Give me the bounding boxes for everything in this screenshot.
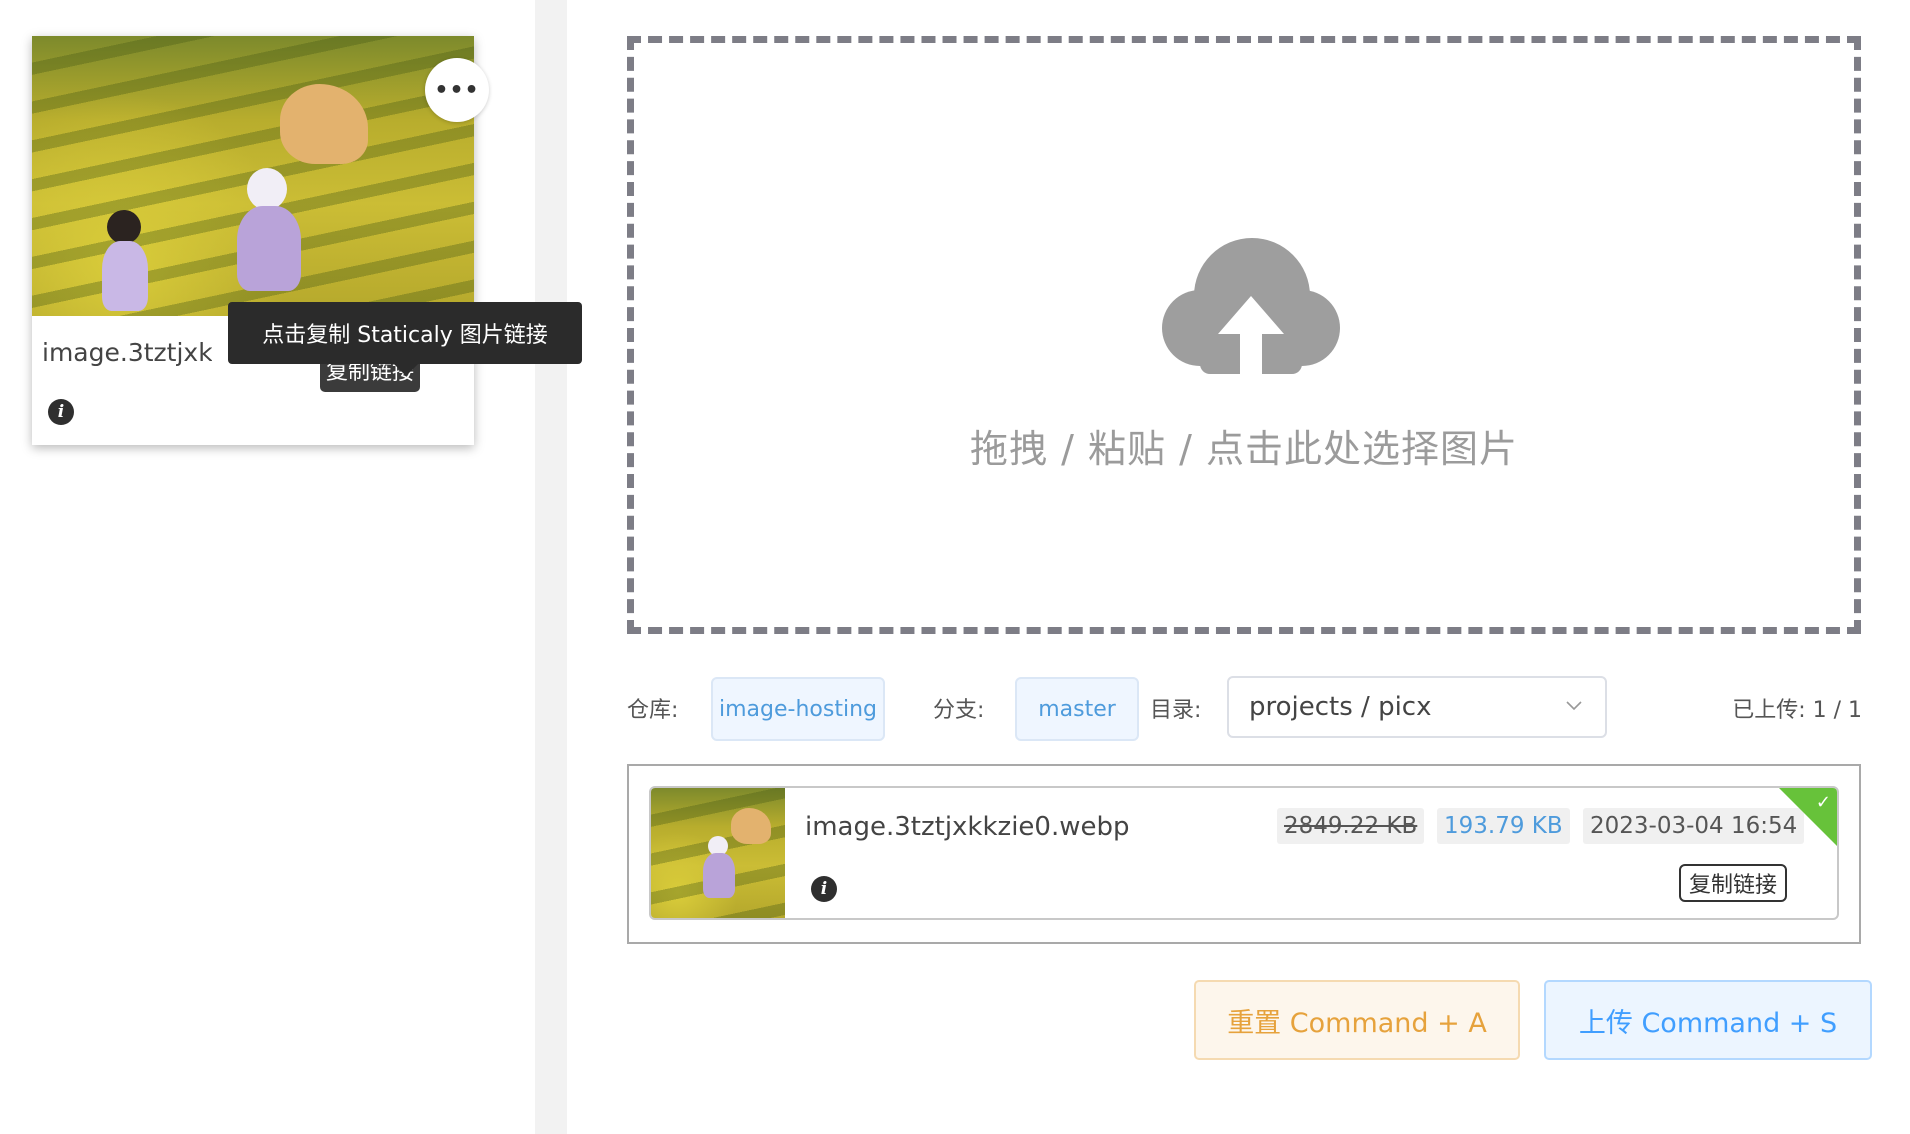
upload-button[interactable]: 上传 Command + S xyxy=(1544,980,1872,1060)
upload-list: image.3tztjxkkzie0.webp i 2849.22 KB 193… xyxy=(627,764,1861,944)
upload-dropzone[interactable]: 拖拽 / 粘贴 / 点击此处选择图片 xyxy=(627,36,1861,634)
person-figure xyxy=(237,206,301,291)
original-size: 2849.22 KB xyxy=(1277,808,1425,844)
person-figure xyxy=(107,210,141,244)
branch-tag[interactable]: master xyxy=(1015,677,1139,741)
reset-button[interactable]: 重置 Command + A xyxy=(1194,980,1520,1060)
person-figure xyxy=(247,168,287,210)
directory-select-value: projects / picx xyxy=(1249,692,1432,722)
directory-select[interactable]: projects / picx xyxy=(1227,676,1607,738)
thumbnail-image[interactable] xyxy=(32,36,474,316)
list-item[interactable]: image.3tztjxkkzie0.webp i 2849.22 KB 193… xyxy=(649,786,1839,920)
upload-datetime: 2023-03-04 16:54 xyxy=(1583,808,1805,844)
directory-label: 目录: xyxy=(1150,698,1202,723)
copy-link-tooltip: 点击复制 Staticaly 图片链接 xyxy=(228,302,582,376)
check-icon: ✓ xyxy=(1815,792,1831,813)
repo-tag[interactable]: image-hosting xyxy=(711,677,885,741)
cloud-upload-icon xyxy=(1162,238,1340,374)
repo-label: 仓库: xyxy=(627,698,679,723)
chevron-down-icon xyxy=(1566,701,1582,711)
info-icon[interactable]: i xyxy=(811,876,837,902)
branch-label: 分支: xyxy=(933,698,985,723)
thumbnail-file-name: image.3tztjxkkzie0.webp xyxy=(42,338,212,367)
kite-figure xyxy=(280,84,368,164)
ellipsis-icon[interactable]: ••• xyxy=(425,58,489,122)
copy-link-button[interactable]: 复制链接 xyxy=(1679,864,1787,902)
compressed-size: 193.79 KB xyxy=(1437,808,1570,844)
uploaded-file-name: image.3tztjxkkzie0.webp xyxy=(805,812,1130,842)
info-icon[interactable]: i xyxy=(48,399,74,425)
person-figure xyxy=(102,241,148,311)
panel-divider xyxy=(535,0,567,1134)
upload-count: 已上传: 1 / 1 xyxy=(1732,698,1862,723)
kite-figure xyxy=(731,808,771,844)
person-figure xyxy=(703,853,735,898)
dropzone-instruction: 拖拽 / 粘贴 / 点击此处选择图片 xyxy=(970,427,1518,471)
uploaded-image-preview[interactable] xyxy=(651,788,785,918)
